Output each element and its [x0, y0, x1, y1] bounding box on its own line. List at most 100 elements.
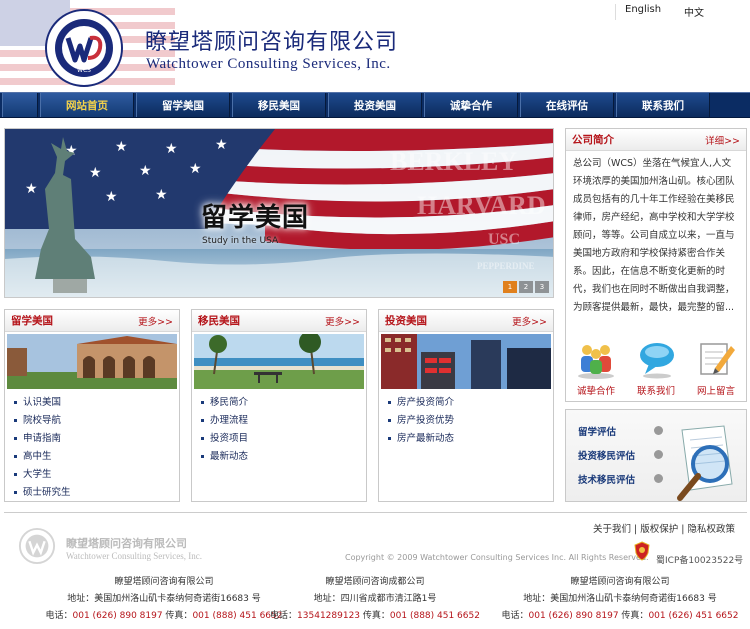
list-item[interactable]: 投资项目	[200, 430, 248, 448]
office-chengdu: 瞭望塔顾问咨询成都公司 地址：四川省成都市清江路1号 电话：1354128912…	[255, 574, 495, 625]
svg-text:★: ★	[115, 139, 128, 155]
company-logo[interactable]: WCS	[44, 8, 124, 88]
campus-image	[7, 334, 177, 389]
list-item[interactable]: 房产最新动态	[387, 430, 454, 448]
people-icon	[578, 345, 614, 379]
office-la-2: 瞭望塔顾问咨询有限公司 地址：美国加州洛山矶卡泰纳何奇诺街16683 号 电话：…	[500, 574, 740, 625]
svg-text:★: ★	[25, 181, 38, 197]
intro-more-link[interactable]: 详细>>	[705, 133, 740, 147]
police-badge-icon	[634, 541, 650, 561]
cooperation-link[interactable]: 诚挚合作	[568, 338, 624, 397]
nav-assessment[interactable]: 在线评估	[520, 93, 614, 117]
footer-logo	[18, 527, 56, 565]
logo-monogram: WCS	[77, 67, 91, 74]
office-address: 地址：美国加州洛山矶卡泰纳何奇诺街16683 号	[523, 594, 717, 604]
nav-cooperation[interactable]: 诚挚合作	[424, 93, 518, 117]
svg-text:★: ★	[139, 163, 152, 179]
list-item[interactable]: 最新动态	[200, 448, 248, 466]
banner-school-berkley: BERKLEY	[390, 147, 518, 176]
list-item[interactable]: 硕士研究生	[13, 484, 71, 502]
svg-text:★: ★	[105, 189, 118, 205]
assess-investment-link[interactable]: 投资移民评估	[578, 448, 635, 462]
icp-license[interactable]: 蜀ICP备10023522号	[656, 553, 743, 566]
footer-divider	[4, 512, 747, 513]
footer-links[interactable]: 关于我们 | 版权保护 | 隐私权政策	[593, 521, 735, 535]
svg-text:★: ★	[89, 165, 102, 181]
main-nav: 网站首页 留学美国 移民美国 投资美国 诚挚合作 在线评估 联系我们	[0, 92, 750, 118]
intro-text: 总公司（WCS）坐落在气候宜人,人文环境浓厚的美国加州洛山矶。核心团队成员包括有…	[573, 158, 735, 313]
banner-title: 留学美国	[201, 203, 310, 233]
investment-more-link[interactable]: 更多>>	[512, 314, 547, 328]
arrow-right-icon[interactable]	[654, 450, 663, 459]
site-header: WCS 瞭望塔顾问咨询有限公司 Watchtower Consulting Se…	[0, 0, 750, 90]
nav-contact[interactable]: 联系我们	[616, 93, 710, 117]
investment-column-title: 投资美国	[385, 315, 427, 327]
contact-link[interactable]: 联系我们	[628, 338, 684, 397]
office-address: 地址：美国加州洛山矶卡泰纳何奇诺街16683 号	[67, 594, 261, 604]
immigration-column-title: 移民美国	[198, 315, 240, 327]
intro-title: 公司简介	[572, 134, 614, 146]
svg-text:★: ★	[155, 187, 168, 203]
banner-subtitle: Study in the USA	[202, 236, 279, 246]
list-item[interactable]: 移民简介	[200, 394, 248, 412]
nav-investment[interactable]: 投资美国	[328, 93, 422, 117]
intro-header: 公司简介 详细>>	[566, 129, 746, 151]
study-more-link[interactable]: 更多>>	[138, 314, 173, 328]
list-item[interactable]: 大学生	[13, 466, 71, 484]
list-item[interactable]: 房产投资优势	[387, 412, 454, 430]
immigration-more-link[interactable]: 更多>>	[325, 314, 360, 328]
study-usa-column: 留学美国 更多>> 认识美国 院校导航 申请指南 高中生 大学生 硕士研究生	[4, 309, 180, 502]
office-contact: 电话：13541289123 传真：001 (888) 451 6652	[270, 611, 480, 621]
arrow-right-icon[interactable]	[654, 474, 663, 483]
immigration-column-header: 移民美国 更多>>	[192, 310, 366, 332]
investment-column-header: 投资美国 更多>>	[379, 310, 553, 332]
pager-3[interactable]: 3	[535, 281, 549, 293]
notepad-icon	[700, 343, 735, 375]
nav-home[interactable]: 网站首页	[40, 93, 134, 117]
assess-skilled-link[interactable]: 技术移民评估	[578, 472, 635, 486]
list-item[interactable]: 认识美国	[13, 394, 71, 412]
copyright-text: Copyright © 2009 Watchtower Consulting S…	[345, 553, 649, 562]
lang-chinese-link[interactable]: 中文	[684, 4, 704, 19]
assessment-panel: 留学评估 投资移民评估 技术移民评估	[565, 409, 747, 502]
message-link[interactable]: 网上留言	[688, 338, 744, 397]
office-contact: 电话：001 (626) 890 8197 传真：001 (626) 451 6…	[501, 611, 739, 621]
site-title-en: Watchtower Consulting Services, Inc.	[146, 56, 391, 72]
banner-pager: 1 2 3	[503, 281, 549, 293]
lang-english-link[interactable]: English	[625, 4, 661, 15]
office-name: 瞭望塔顾问咨询有限公司	[114, 577, 214, 587]
arrow-right-icon[interactable]	[654, 426, 663, 435]
immigration-usa-column: 移民美国 更多>> 移民简介 办理流程 投资项目 最新动态	[191, 309, 367, 502]
office-la: 瞭望塔顾问咨询有限公司 地址：美国加州洛山矶卡泰纳何奇诺街16683 号 电话：…	[44, 574, 284, 625]
list-item[interactable]: 办理流程	[200, 412, 248, 430]
footer-company-en: Watchtower Consulting Services, Inc.	[66, 551, 202, 561]
immigration-list: 移民简介 办理流程 投资项目 最新动态	[200, 394, 248, 466]
study-list: 认识美国 院校导航 申请指南 高中生 大学生 硕士研究生	[13, 394, 71, 502]
pager-1[interactable]: 1	[503, 281, 517, 293]
beach-image	[194, 334, 364, 389]
nav-immigration[interactable]: 移民美国	[232, 93, 326, 117]
banner-school-usc: USC	[488, 231, 521, 248]
city-image	[381, 334, 551, 389]
nav-spacer	[2, 93, 38, 117]
investment-usa-column: 投资美国 更多>> 房产投资简介 房产投资优势 房产最新动态	[378, 309, 554, 502]
footer-company-cn: 瞭望塔顾问咨询有限公司	[66, 537, 187, 550]
svg-text:★: ★	[189, 161, 202, 177]
chat-bubble-icon	[640, 343, 674, 379]
office-address: 地址：四川省成都市清江路1号	[313, 594, 437, 604]
svg-text:★: ★	[215, 137, 228, 153]
banner-school-harvard: HARVARD	[417, 191, 546, 220]
cooperation-label: 诚挚合作	[576, 386, 615, 397]
list-item[interactable]: 院校导航	[13, 412, 71, 430]
office-name: 瞭望塔顾问咨询成都公司	[325, 577, 425, 587]
site-title-cn: 瞭望塔顾问咨询有限公司	[145, 30, 399, 55]
list-item[interactable]: 申请指南	[13, 430, 71, 448]
list-item[interactable]: 高中生	[13, 448, 71, 466]
message-label: 网上留言	[696, 386, 735, 397]
pager-2[interactable]: 2	[519, 281, 533, 293]
hero-banner[interactable]: ★ ★ ★ ★ ★ ★ ★ ★ ★ ★ BERKLEY HARVARD USC PEPPERD…	[4, 128, 554, 298]
study-column-title: 留学美国	[11, 315, 53, 327]
nav-study[interactable]: 留学美国	[136, 93, 230, 117]
assess-study-link[interactable]: 留学评估	[578, 424, 616, 438]
list-item[interactable]: 房产投资简介	[387, 394, 454, 412]
